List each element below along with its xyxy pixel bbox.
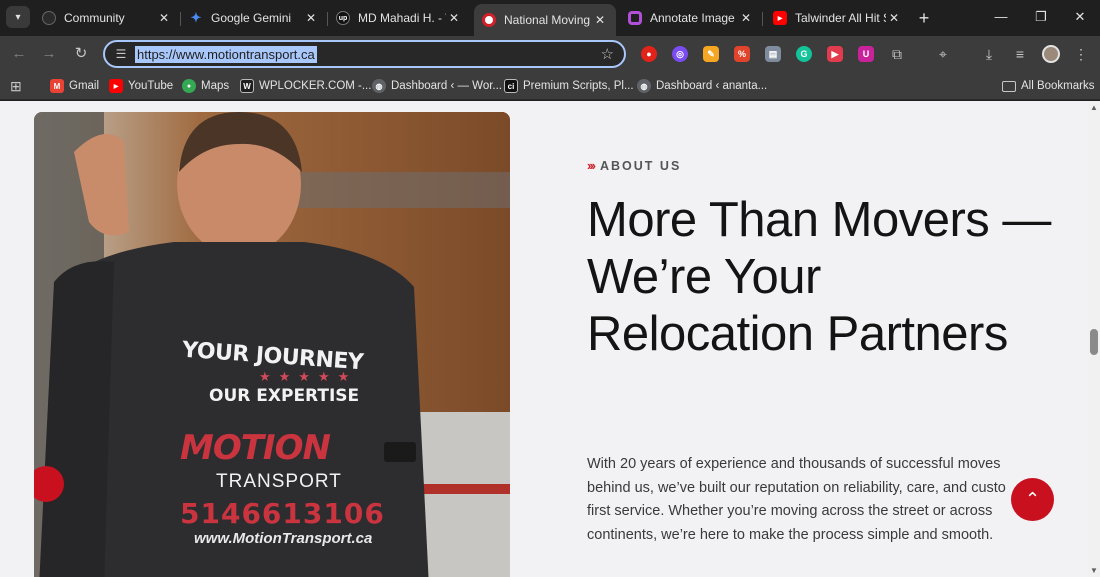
bookmark-label: WPLOCKER.COM -... (259, 80, 372, 92)
shirt-website: www.MotionTransport.ca (194, 530, 373, 547)
bookmark-gmail[interactable]: M Gmail (50, 78, 99, 94)
extensions-puzzle-icon[interactable]: ⧉ (888, 45, 906, 63)
back-to-top-button[interactable]: ⌃ (1011, 478, 1054, 521)
minimize-button[interactable]: — (986, 6, 1016, 28)
scrollbar-thumb[interactable] (1090, 329, 1098, 355)
tab-close-icon[interactable]: ✕ (303, 11, 319, 25)
page-scrollbar[interactable]: ▲ ▼ (1088, 101, 1100, 577)
bookmark-label: YouTube (128, 80, 174, 92)
youtube-favicon-icon: ▶ (773, 11, 787, 25)
chrome-menu-icon[interactable]: ⋮ (1072, 45, 1090, 63)
folder-icon (1002, 80, 1016, 92)
media-control-icon[interactable]: ≡ (1011, 45, 1029, 63)
play-icon[interactable]: ▶ (827, 46, 843, 62)
shirt-brand: MOTION (180, 428, 331, 468)
stop-sign-icon[interactable]: ● (641, 46, 657, 62)
bookmark-star-icon[interactable]: ☆ (601, 45, 614, 63)
forward-button[interactable]: → (38, 43, 60, 65)
all-bookmarks-label: All Bookmarks (1021, 80, 1095, 92)
gemini-favicon-icon: ✦ (190, 10, 202, 25)
tab-community[interactable]: Community ✕ (34, 4, 180, 32)
globe-icon: ◍ (637, 79, 651, 93)
apps-grid-icon[interactable]: ⊞ (10, 78, 22, 94)
bookmark-label: Maps (201, 80, 230, 92)
annotate-favicon-icon (628, 11, 642, 25)
address-bar[interactable]: ☰ https://www.motiontransport.ca ☆ (103, 40, 626, 68)
web-page: YOUR JOURNEY ★★★★★ OUR EXPERTISE MOTION … (0, 101, 1088, 577)
bookmark-dashboard-wordpress[interactable]: ◍ Dashboard ‹ — Wor... (372, 78, 502, 94)
close-window-button[interactable]: ✕ (1065, 6, 1095, 28)
restore-button[interactable]: ❐ (1026, 6, 1056, 28)
color-ring-icon[interactable]: ◎ (672, 46, 688, 62)
profile-avatar[interactable] (1042, 45, 1060, 63)
community-favicon-icon (42, 11, 56, 25)
tab-close-icon[interactable]: ✕ (592, 13, 608, 27)
back-button[interactable]: ← (8, 43, 30, 65)
wplocker-icon: W (240, 79, 254, 93)
globe-icon: ◍ (372, 79, 386, 93)
pencil-icon[interactable]: ✎ (703, 46, 719, 62)
bookmark-label: Gmail (69, 80, 100, 92)
shirt-phone: 5146613106 (180, 497, 385, 530)
tab-close-icon[interactable]: ✕ (886, 11, 902, 25)
tab-title: National Moving C (504, 13, 592, 27)
tab-annotate-image[interactable]: Annotate Image ✕ (620, 4, 762, 32)
shirt-stars-icon: ★★★★★ (259, 369, 358, 384)
youtube-icon: ▶ (109, 79, 123, 93)
site-info-icon[interactable]: ☰ (113, 46, 129, 62)
downloads-icon[interactable]: ⤓ (980, 45, 998, 63)
tab-title: MD Mahadi H. - W (358, 11, 446, 25)
bookmarks-bar: ⊞ M Gmail ▶ YouTube ● Maps W WPLOCKER.CO… (0, 72, 1100, 100)
tab-title: Community (64, 11, 125, 25)
new-tab-button[interactable]: + (914, 8, 934, 28)
ci-icon: ci (504, 79, 518, 93)
shield-icon[interactable]: U (858, 46, 874, 62)
page-headline: More Than Movers — We’re Your Relocation… (587, 193, 1051, 361)
percent-icon[interactable]: % (734, 46, 750, 62)
tab-separator (762, 12, 763, 26)
maps-icon: ● (182, 79, 196, 93)
bookmark-maps[interactable]: ● Maps (182, 78, 229, 94)
tab-title: Annotate Image (650, 11, 735, 25)
mover-tshirt-photo: YOUR JOURNEY ★★★★★ OUR EXPERTISE MOTION … (34, 112, 510, 577)
tab-title: Google Gemini (211, 11, 292, 25)
bookmark-label: Premium Scripts, Pl... (523, 80, 634, 92)
motion-favicon-icon (482, 13, 496, 27)
bookmark-premium-scripts[interactable]: ci Premium Scripts, Pl... (504, 78, 634, 94)
shirt-brand-sub: TRANSPORT (216, 471, 342, 492)
tab-google-gemini[interactable]: ✦ Google Gemini ✕ (181, 4, 327, 32)
tab-search-button[interactable]: ▾ (6, 6, 30, 28)
triple-chevron-icon: ››› (587, 158, 596, 173)
tab-close-icon[interactable]: ✕ (446, 11, 462, 25)
gmail-icon: M (50, 79, 64, 93)
tab-close-icon[interactable]: ✕ (156, 11, 172, 25)
scroll-down-icon[interactable]: ▼ (1090, 566, 1098, 575)
bookmark-dashboard-ananta[interactable]: ◍ Dashboard ‹ ananta... (637, 78, 767, 94)
google-lens-icon[interactable]: ⌖ (934, 45, 952, 63)
scroll-up-icon[interactable]: ▲ (1090, 103, 1098, 112)
grammar-icon[interactable]: G (796, 46, 812, 62)
url-text[interactable]: https://www.motiontransport.ca (135, 46, 317, 63)
reload-button[interactable]: ↻ (70, 43, 92, 65)
bookmark-wplocker[interactable]: W WPLOCKER.COM -... (240, 78, 371, 94)
shirt-text-line2: OUR EXPERTISE (209, 386, 360, 406)
tab-upwork-profile[interactable]: up MD Mahadi H. - W ✕ (328, 4, 470, 32)
tab-national-moving[interactable]: National Moving C ✕ (474, 4, 616, 36)
about-paragraph: With 20 years of experience and thousand… (587, 456, 1006, 543)
tab-close-icon[interactable]: ✕ (738, 11, 754, 25)
upwork-favicon-icon: up (336, 11, 350, 25)
all-bookmarks-button[interactable]: All Bookmarks (1002, 78, 1095, 94)
notes-icon[interactable]: ▤ (765, 46, 781, 62)
bookmark-label: Dashboard ‹ — Wor... (391, 80, 502, 92)
tab-title: Talwinder All Hit S (795, 11, 886, 25)
bookmark-youtube[interactable]: ▶ YouTube (109, 78, 173, 94)
eyebrow-label: ABOUT US (600, 158, 682, 173)
tab-strip: ▾ Community ✕ ✦ Google Gemini ✕ up MD Ma… (0, 0, 1100, 36)
browser-toolbar: ← → ↻ ☰ https://www.motiontransport.ca ☆… (0, 36, 1100, 72)
tab-youtube-talwinder[interactable]: ▶ Talwinder All Hit S ✕ (765, 4, 910, 32)
bookmark-label: Dashboard ‹ ananta... (656, 80, 768, 92)
section-eyebrow: ››› ABOUT US (587, 158, 681, 173)
